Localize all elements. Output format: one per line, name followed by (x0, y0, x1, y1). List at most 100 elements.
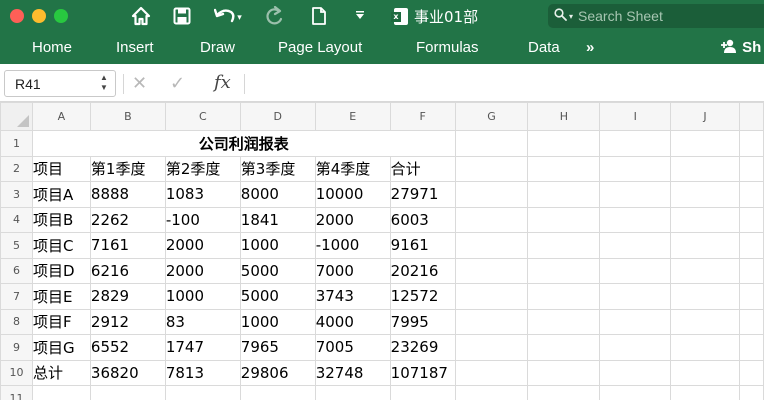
cell[interactable]: 1083 (164, 181, 241, 208)
cell[interactable] (599, 155, 672, 182)
cell[interactable] (599, 257, 672, 284)
cell[interactable] (454, 283, 529, 310)
column-header-a[interactable]: A (31, 102, 91, 131)
search-icon[interactable] (554, 7, 567, 25)
cell[interactable]: 8000 (239, 181, 316, 208)
cell[interactable]: 83 (164, 308, 241, 335)
cell[interactable] (527, 206, 601, 233)
row-header[interactable]: 4 (0, 206, 33, 233)
confirm-entry-icon[interactable]: ✓ (170, 73, 185, 94)
column-header-h[interactable]: H (527, 102, 601, 131)
insert-function-button[interactable]: fx (214, 72, 231, 93)
new-document-icon[interactable] (308, 3, 330, 29)
cell[interactable]: 6003 (389, 206, 456, 233)
worksheet-grid[interactable]: A B C D E F G H I J 1 公司利润报表 2 项目 第1季度 第2季度 第3… (0, 102, 764, 400)
cell[interactable]: 32748 (314, 359, 391, 386)
cell[interactable]: -100 (164, 206, 241, 233)
cell[interactable]: 10000 (314, 181, 391, 208)
cell[interactable]: 2000 (164, 232, 241, 259)
cell[interactable] (670, 283, 740, 310)
cell[interactable]: 12572 (389, 283, 456, 310)
cell[interactable] (738, 181, 764, 208)
cell[interactable]: 项目 (31, 155, 91, 182)
cell[interactable] (239, 385, 316, 400)
search-sheet-box[interactable]: ▾ (548, 4, 764, 28)
cell[interactable] (670, 359, 740, 386)
cell[interactable] (738, 130, 764, 157)
customize-dropdown-icon[interactable] (350, 3, 370, 29)
cell[interactable]: 2912 (89, 308, 166, 335)
cell[interactable]: 7995 (389, 308, 456, 335)
cell[interactable] (670, 155, 740, 182)
cell[interactable] (738, 308, 764, 335)
cell[interactable]: 2000 (314, 206, 391, 233)
column-header-g[interactable]: G (454, 102, 529, 131)
column-header-e[interactable]: E (314, 102, 391, 131)
tab-draw[interactable]: Draw (200, 32, 235, 64)
cell[interactable] (599, 130, 672, 157)
cell[interactable]: 1841 (239, 206, 316, 233)
cell[interactable] (454, 334, 529, 361)
cell[interactable]: 5000 (239, 283, 316, 310)
tab-page-layout[interactable]: Page Layout (278, 32, 362, 64)
cell[interactable] (599, 206, 672, 233)
cell[interactable]: 6216 (89, 257, 166, 284)
cell[interactable] (599, 308, 672, 335)
cell[interactable] (670, 334, 740, 361)
cell[interactable]: 第1季度 (89, 155, 166, 182)
cell[interactable] (670, 385, 740, 400)
cell[interactable]: 项目F (31, 308, 91, 335)
cell[interactable]: 总计 (31, 359, 91, 386)
cell[interactable]: 第4季度 (314, 155, 391, 182)
cell[interactable]: 项目D (31, 257, 91, 284)
tab-formulas[interactable]: Formulas (416, 32, 479, 64)
cell[interactable]: 项目C (31, 232, 91, 259)
more-tabs-chevron-icon[interactable]: » (586, 32, 594, 64)
cell[interactable] (454, 359, 529, 386)
report-title-cell[interactable]: 公司利润报表 (31, 130, 456, 157)
cell[interactable]: 8888 (89, 181, 166, 208)
cell[interactable] (527, 155, 601, 182)
cell[interactable]: 7161 (89, 232, 166, 259)
tab-insert[interactable]: Insert (116, 32, 154, 64)
column-header-f[interactable]: F (389, 102, 456, 131)
row-header[interactable]: 11 (0, 385, 33, 400)
cell[interactable]: 6552 (89, 334, 166, 361)
cell[interactable] (527, 308, 601, 335)
cell[interactable] (454, 206, 529, 233)
undo-dropdown-icon[interactable]: ▾ (237, 13, 242, 23)
search-options-chevron-icon[interactable]: ▾ (569, 12, 573, 21)
row-header[interactable]: 8 (0, 308, 33, 335)
row-header[interactable]: 6 (0, 257, 33, 284)
cell[interactable]: 1000 (164, 283, 241, 310)
cell[interactable] (670, 181, 740, 208)
cell[interactable]: 项目B (31, 206, 91, 233)
cell[interactable] (454, 130, 529, 157)
row-header[interactable]: 7 (0, 283, 33, 310)
cell[interactable] (599, 283, 672, 310)
cell[interactable]: 107187 (389, 359, 456, 386)
redo-icon[interactable] (262, 3, 288, 29)
cell[interactable]: 9161 (389, 232, 456, 259)
cell[interactable]: 7965 (239, 334, 316, 361)
cell[interactable] (527, 232, 601, 259)
cell[interactable] (454, 308, 529, 335)
cell[interactable] (670, 257, 740, 284)
close-window-button[interactable] (10, 9, 24, 23)
cell[interactable]: 2829 (89, 283, 166, 310)
cell[interactable]: -1000 (314, 232, 391, 259)
cell[interactable]: 2000 (164, 257, 241, 284)
cell[interactable] (670, 232, 740, 259)
cell[interactable] (164, 385, 241, 400)
cell[interactable]: 36820 (89, 359, 166, 386)
row-header[interactable]: 5 (0, 232, 33, 259)
cell[interactable]: 1000 (239, 232, 316, 259)
cell[interactable] (389, 385, 456, 400)
cell[interactable] (738, 334, 764, 361)
cell[interactable] (454, 232, 529, 259)
column-header-b[interactable]: B (89, 102, 166, 131)
cell[interactable] (527, 359, 601, 386)
column-header-d[interactable]: D (239, 102, 316, 131)
cell[interactable]: 23269 (389, 334, 456, 361)
cell[interactable] (738, 385, 764, 400)
